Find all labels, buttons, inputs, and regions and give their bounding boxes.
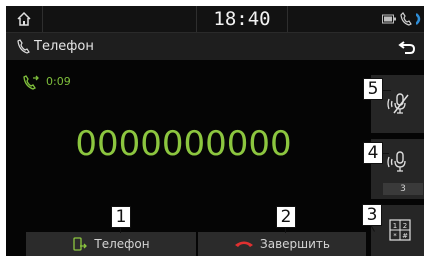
callout-4: 4 (363, 142, 383, 164)
end-call-icon (235, 241, 254, 247)
phone-number: 0000000000 (75, 124, 292, 164)
svg-text:*: * (393, 232, 397, 240)
page-title: Телефон (34, 39, 94, 54)
home-icon (17, 11, 31, 26)
callout-2: 2 (276, 206, 296, 228)
status-bar: 18:40 (6, 6, 424, 33)
callout-5: 5 (363, 78, 383, 100)
svg-text:#: # (402, 232, 408, 240)
svg-text:2: 2 (403, 222, 407, 230)
mic-level-indicator: 3 (383, 183, 423, 195)
callout-1: 1 (111, 206, 131, 228)
battery-icon (382, 14, 396, 24)
keypad-icon: 1 2 * # (389, 219, 411, 241)
callout-3: 3 (362, 204, 382, 226)
phone-transfer-icon (73, 237, 88, 251)
clock: 18:40 (196, 6, 288, 32)
home-button[interactable] (6, 6, 43, 32)
microphone-muted-icon (387, 93, 409, 114)
bluetooth-icon (416, 13, 421, 25)
title-bar: Телефон (6, 33, 424, 60)
switch-to-phone-button[interactable]: Телефон (26, 232, 196, 256)
end-call-button[interactable]: Завершить (198, 232, 366, 256)
status-icons (382, 6, 422, 32)
active-call-icon (23, 75, 39, 90)
back-button[interactable] (394, 36, 420, 57)
back-arrow-icon (398, 40, 416, 54)
phone-button-label: Телефон (94, 237, 150, 251)
call-duration: 0:09 (46, 75, 71, 88)
end-call-label: Завершить (260, 237, 330, 251)
phone-icon (400, 12, 412, 26)
phone-handset-icon (17, 39, 30, 54)
svg-text:1: 1 (393, 222, 397, 230)
